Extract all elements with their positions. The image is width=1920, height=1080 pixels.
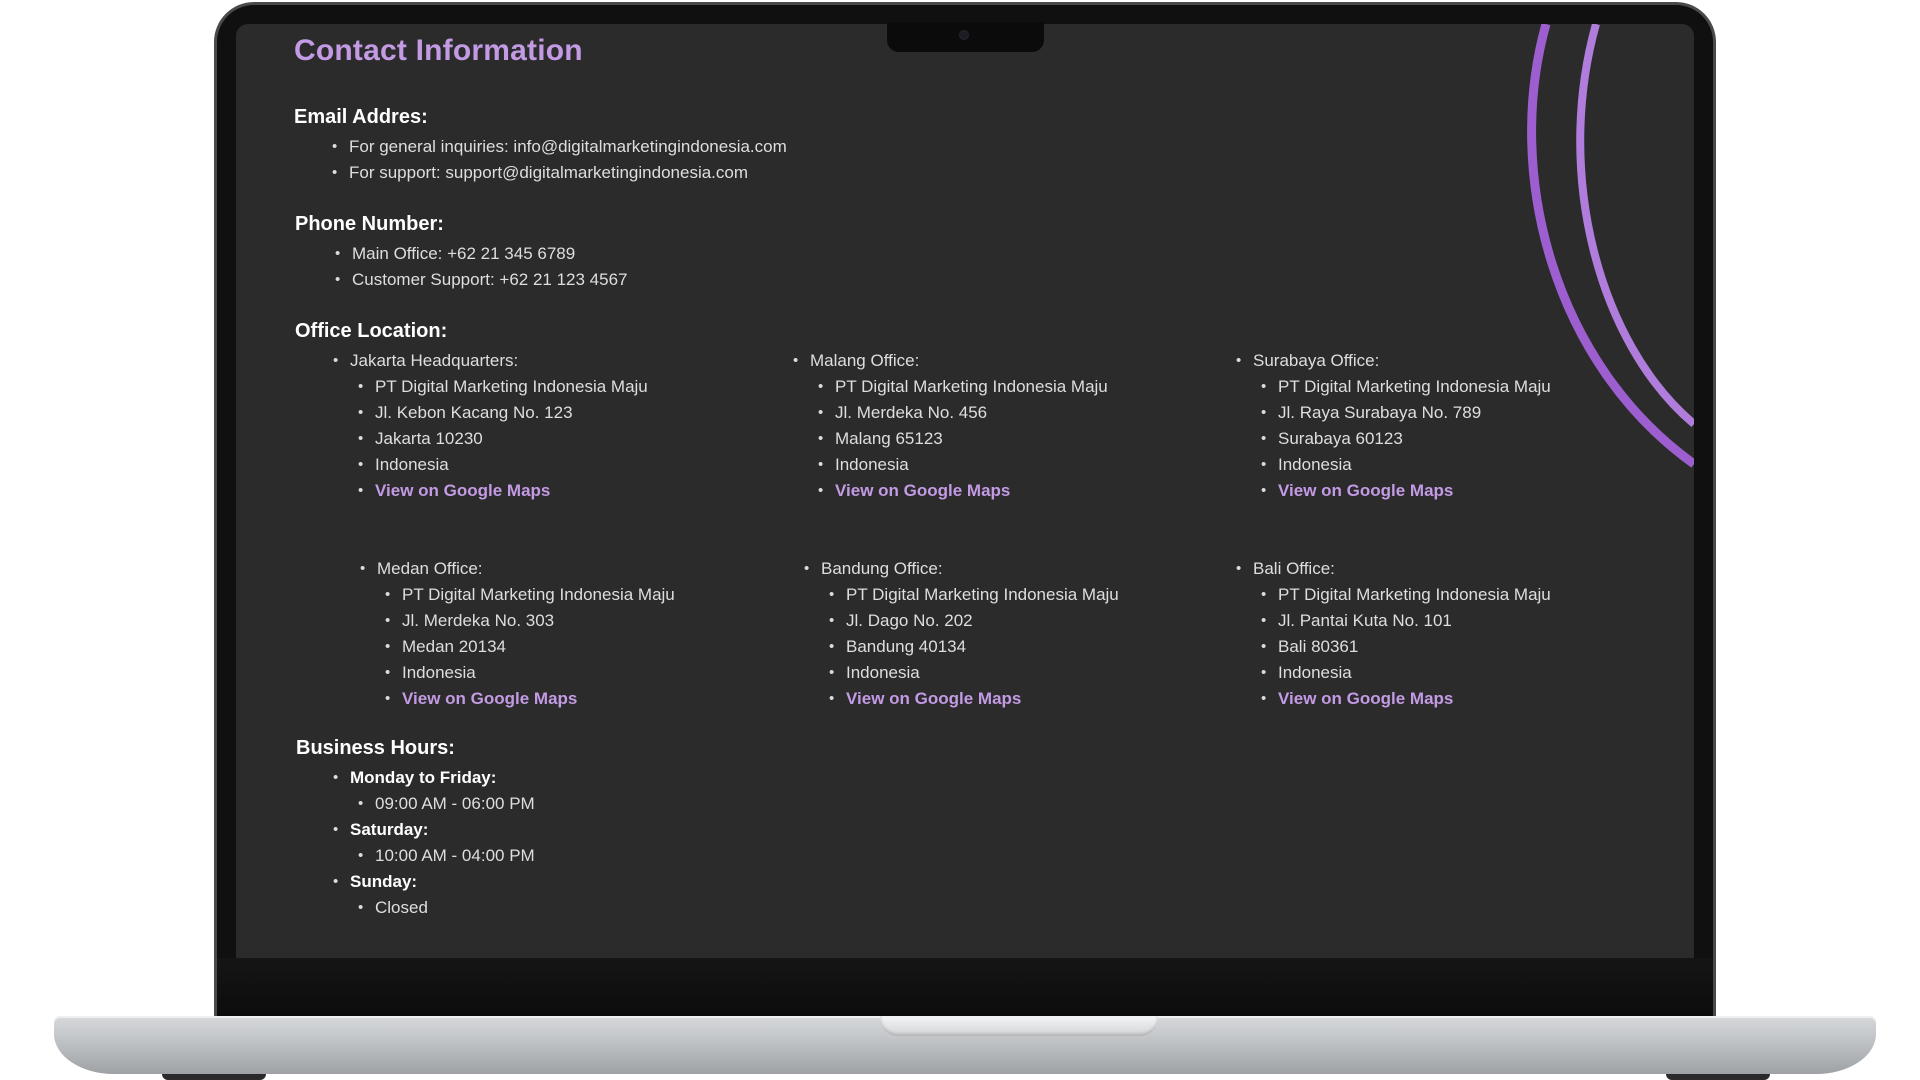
list-item: For general inquiries: info@digitalmarke…	[332, 134, 787, 160]
office-bali: Bali Office: PT Digital Marketing Indone…	[1236, 556, 1551, 712]
laptop-foot-right	[1666, 1074, 1770, 1080]
office-jakarta: Jakarta Headquarters: PT Digital Marketi…	[333, 348, 648, 504]
map-link-item: View on Google Maps	[1261, 478, 1551, 504]
office-malang: Malang Office: PT Digital Marketing Indo…	[793, 348, 1108, 504]
office-line: Jl. Dago No. 202	[829, 608, 1119, 634]
list-item: Customer Support: +62 21 123 4567	[335, 267, 628, 293]
day-label: Monday to Friday:	[350, 768, 497, 787]
office-line: Surabaya 60123	[1261, 426, 1551, 452]
office-line: Jl. Raya Surabaya No. 789	[1261, 400, 1551, 426]
office-line: Indonesia	[818, 452, 1108, 478]
office-line: Jl. Merdeka No. 303	[385, 608, 675, 634]
day-label: Sunday:	[350, 872, 418, 891]
hours-group: Monday to Friday: 09:00 AM - 06:00 PM	[333, 765, 535, 817]
map-link-item: View on Google Maps	[818, 478, 1108, 504]
office-name: Bandung Office: PT Digital Marketing Ind…	[804, 556, 1119, 712]
office-line: Indonesia	[385, 660, 675, 686]
list-item: For support: support@digitalmarketingind…	[332, 160, 787, 186]
office-line: Malang 65123	[818, 426, 1108, 452]
hours-heading: Business Hours:	[296, 737, 455, 759]
hours-time: 10:00 AM - 04:00 PM	[358, 843, 535, 869]
phone-list: Main Office: +62 21 345 6789 Customer Su…	[335, 241, 628, 293]
office-line: Medan 20134	[385, 634, 675, 660]
contact-content: Contact Information Email Addres: For ge…	[236, 24, 1694, 958]
google-maps-link[interactable]: View on Google Maps	[375, 481, 550, 500]
email-list: For general inquiries: info@digitalmarke…	[332, 134, 787, 186]
office-line: PT Digital Marketing Indonesia Maju	[385, 582, 675, 608]
office-surabaya: Surabaya Office: PT Digital Marketing In…	[1236, 348, 1551, 504]
camera-notch	[887, 22, 1044, 52]
hours-time: 09:00 AM - 06:00 PM	[358, 791, 535, 817]
office-name-text: Bali Office:	[1253, 559, 1335, 578]
office-line: Bandung 40134	[829, 634, 1119, 660]
email-heading: Email Addres:	[294, 106, 428, 128]
office-heading: Office Location:	[295, 320, 448, 342]
office-line: PT Digital Marketing Indonesia Maju	[358, 374, 648, 400]
laptop-screen-chin	[217, 958, 1713, 1016]
office-line: Jl. Kebon Kacang No. 123	[358, 400, 648, 426]
hours-group: Sunday: Closed	[333, 869, 535, 921]
hours-time: Closed	[358, 895, 535, 921]
office-name-text: Malang Office:	[810, 351, 920, 370]
office-line: PT Digital Marketing Indonesia Maju	[1261, 374, 1551, 400]
laptop-opening-notch	[880, 1016, 1158, 1036]
laptop-mockup: Contact Information Email Addres: For ge…	[0, 0, 1920, 1080]
office-line: Jakarta 10230	[358, 426, 648, 452]
day-label: Saturday:	[350, 820, 429, 839]
camera-icon	[959, 30, 969, 40]
map-link-item: View on Google Maps	[385, 686, 675, 712]
office-name-text: Surabaya Office:	[1253, 351, 1380, 370]
map-link-item: View on Google Maps	[358, 478, 648, 504]
google-maps-link[interactable]: View on Google Maps	[846, 689, 1021, 708]
list-item: Main Office: +62 21 345 6789	[335, 241, 628, 267]
office-name-text: Bandung Office:	[821, 559, 943, 578]
office-name: Malang Office: PT Digital Marketing Indo…	[793, 348, 1108, 504]
office-name: Bali Office: PT Digital Marketing Indone…	[1236, 556, 1551, 712]
office-name: Surabaya Office: PT Digital Marketing In…	[1236, 348, 1551, 504]
page-title: Contact Information	[294, 34, 583, 67]
office-line: Jl. Merdeka No. 456	[818, 400, 1108, 426]
map-link-item: View on Google Maps	[829, 686, 1119, 712]
google-maps-link[interactable]: View on Google Maps	[402, 689, 577, 708]
office-line: PT Digital Marketing Indonesia Maju	[829, 582, 1119, 608]
office-name: Medan Office: PT Digital Marketing Indon…	[360, 556, 675, 712]
screen: Contact Information Email Addres: For ge…	[236, 24, 1694, 958]
office-name-text: Medan Office:	[377, 559, 483, 578]
google-maps-link[interactable]: View on Google Maps	[1278, 689, 1453, 708]
office-bandung: Bandung Office: PT Digital Marketing Ind…	[804, 556, 1119, 712]
office-medan: Medan Office: PT Digital Marketing Indon…	[360, 556, 675, 712]
office-line: Jl. Pantai Kuta No. 101	[1261, 608, 1551, 634]
hours-list: Monday to Friday: 09:00 AM - 06:00 PM Sa…	[333, 765, 535, 921]
google-maps-link[interactable]: View on Google Maps	[1278, 481, 1453, 500]
office-line: Indonesia	[358, 452, 648, 478]
office-name: Jakarta Headquarters: PT Digital Marketi…	[333, 348, 648, 504]
google-maps-link[interactable]: View on Google Maps	[835, 481, 1010, 500]
laptop-base	[54, 1016, 1876, 1074]
phone-heading: Phone Number:	[295, 213, 444, 235]
office-name-text: Jakarta Headquarters:	[350, 351, 519, 370]
office-line: Bali 80361	[1261, 634, 1551, 660]
laptop-foot-left	[162, 1074, 266, 1080]
office-line: Indonesia	[829, 660, 1119, 686]
hours-group: Saturday: 10:00 AM - 04:00 PM	[333, 817, 535, 869]
office-line: Indonesia	[1261, 452, 1551, 478]
office-line: PT Digital Marketing Indonesia Maju	[818, 374, 1108, 400]
office-line: Indonesia	[1261, 660, 1551, 686]
map-link-item: View on Google Maps	[1261, 686, 1551, 712]
office-line: PT Digital Marketing Indonesia Maju	[1261, 582, 1551, 608]
